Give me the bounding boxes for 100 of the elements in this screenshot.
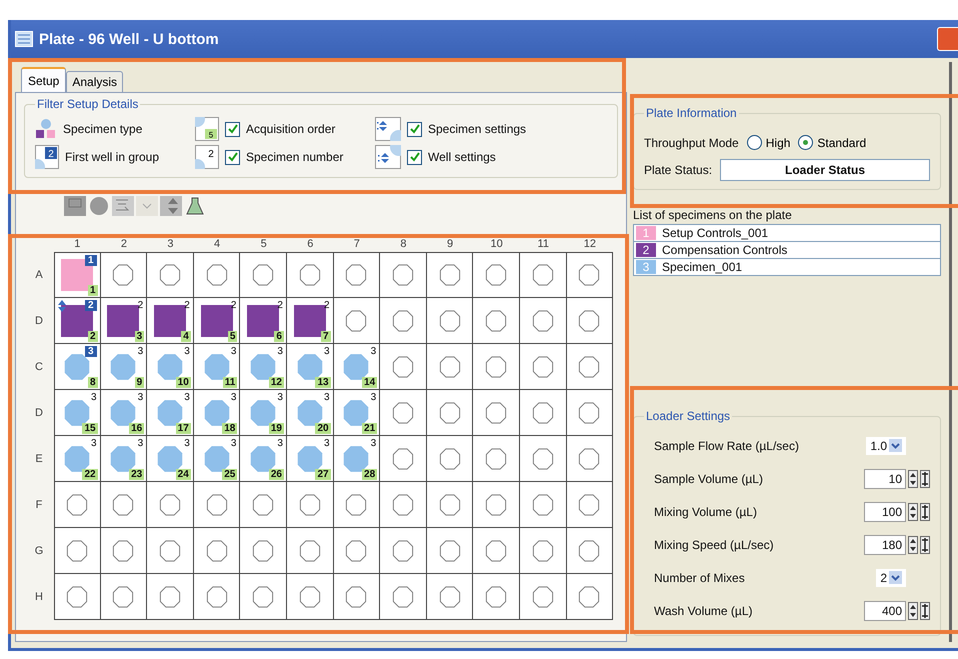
number-field[interactable]: 180	[864, 534, 906, 554]
toolbar-icon[interactable]	[88, 196, 110, 216]
well[interactable]	[426, 390, 474, 436]
well[interactable]	[566, 390, 614, 436]
well[interactable]	[147, 528, 194, 574]
well[interactable]: 3 20	[286, 390, 334, 436]
well[interactable]: 2 3	[100, 298, 148, 344]
radio-option[interactable]: High	[746, 135, 790, 150]
well[interactable]	[566, 436, 614, 482]
well[interactable]	[334, 574, 380, 620]
spinner-icon[interactable]	[908, 536, 918, 554]
well[interactable]: 3 9	[100, 344, 148, 390]
spinner-icon[interactable]	[908, 470, 918, 488]
specimen-item[interactable]: 1 Setup Controls_001	[634, 225, 940, 242]
well[interactable]: 3 11	[194, 344, 240, 390]
well[interactable]	[520, 436, 567, 482]
well[interactable]: 3 14	[334, 344, 380, 390]
well[interactable]	[380, 574, 427, 620]
well[interactable]: 1 1	[54, 252, 101, 298]
well[interactable]	[473, 390, 520, 436]
well[interactable]	[566, 528, 614, 574]
spinner-icon[interactable]	[908, 602, 918, 620]
dropdown[interactable]: 2	[876, 568, 906, 586]
well[interactable]	[426, 528, 474, 574]
well[interactable]: 3 28	[334, 436, 380, 482]
well[interactable]	[147, 482, 194, 528]
well[interactable]: 3 17	[147, 390, 194, 436]
well[interactable]	[566, 252, 614, 298]
well[interactable]	[240, 528, 287, 574]
well[interactable]: 3 19	[240, 390, 287, 436]
adjust-icon[interactable]	[920, 502, 930, 520]
checkbox[interactable]	[407, 150, 422, 164]
well[interactable]	[194, 482, 240, 528]
well[interactable]	[473, 574, 520, 620]
adjust-icon[interactable]	[920, 602, 930, 620]
well[interactable]	[426, 344, 474, 390]
well[interactable]	[380, 344, 427, 390]
well[interactable]	[286, 574, 334, 620]
spinner-icon[interactable]	[908, 502, 918, 520]
well[interactable]: 3 10	[147, 344, 194, 390]
well[interactable]	[286, 528, 334, 574]
well[interactable]	[473, 436, 520, 482]
checkbox[interactable]	[225, 122, 240, 136]
well[interactable]	[334, 252, 380, 298]
well[interactable]: 3 15	[54, 390, 101, 436]
well[interactable]	[473, 252, 520, 298]
well[interactable]	[54, 482, 101, 528]
well[interactable]	[286, 482, 334, 528]
well[interactable]: 3 13	[286, 344, 334, 390]
well[interactable]	[334, 528, 380, 574]
well[interactable]	[147, 252, 194, 298]
well[interactable]	[473, 344, 520, 390]
number-field[interactable]: 400	[864, 600, 906, 620]
well[interactable]	[54, 574, 101, 620]
well[interactable]	[286, 252, 334, 298]
well[interactable]	[520, 252, 567, 298]
well[interactable]	[194, 528, 240, 574]
well[interactable]: 3 25	[194, 436, 240, 482]
well[interactable]: 3 26	[240, 436, 287, 482]
well[interactable]	[566, 298, 614, 344]
specimen-item[interactable]: 3 Specimen_001	[634, 259, 940, 275]
well[interactable]	[520, 298, 567, 344]
flask-icon[interactable]	[184, 196, 206, 216]
well[interactable]: 2 2	[54, 298, 101, 344]
well[interactable]: 3 22	[54, 436, 101, 482]
well[interactable]	[240, 482, 287, 528]
well[interactable]: 3 12	[240, 344, 287, 390]
well[interactable]	[100, 482, 148, 528]
tab[interactable]: Analysis	[66, 71, 124, 92]
well[interactable]	[380, 482, 427, 528]
number-field[interactable]: 100	[864, 502, 906, 522]
well[interactable]: 3 16	[100, 390, 148, 436]
well[interactable]	[240, 252, 287, 298]
well[interactable]	[380, 436, 427, 482]
well[interactable]	[520, 528, 567, 574]
well[interactable]	[194, 574, 240, 620]
well[interactable]: 2 5	[194, 298, 240, 344]
checkbox[interactable]	[407, 122, 422, 136]
well[interactable]	[334, 298, 380, 344]
well[interactable]	[240, 574, 287, 620]
checkbox[interactable]	[225, 150, 240, 164]
adjust-icon[interactable]	[920, 470, 930, 488]
well[interactable]	[426, 436, 474, 482]
well[interactable]	[520, 574, 567, 620]
well[interactable]: 3 27	[286, 436, 334, 482]
well[interactable]	[520, 390, 567, 436]
well[interactable]: 2 6	[240, 298, 287, 344]
well[interactable]	[473, 528, 520, 574]
well[interactable]	[426, 574, 474, 620]
well[interactable]	[380, 252, 427, 298]
close-button[interactable]	[937, 27, 958, 51]
well[interactable]	[426, 298, 474, 344]
well[interactable]	[100, 574, 148, 620]
well[interactable]: 3 18	[194, 390, 240, 436]
tab[interactable]: Setup	[21, 67, 66, 92]
well[interactable]	[566, 482, 614, 528]
well[interactable]	[566, 574, 614, 620]
well[interactable]: 3 23	[100, 436, 148, 482]
well[interactable]: 3 24	[147, 436, 194, 482]
well[interactable]	[100, 252, 148, 298]
